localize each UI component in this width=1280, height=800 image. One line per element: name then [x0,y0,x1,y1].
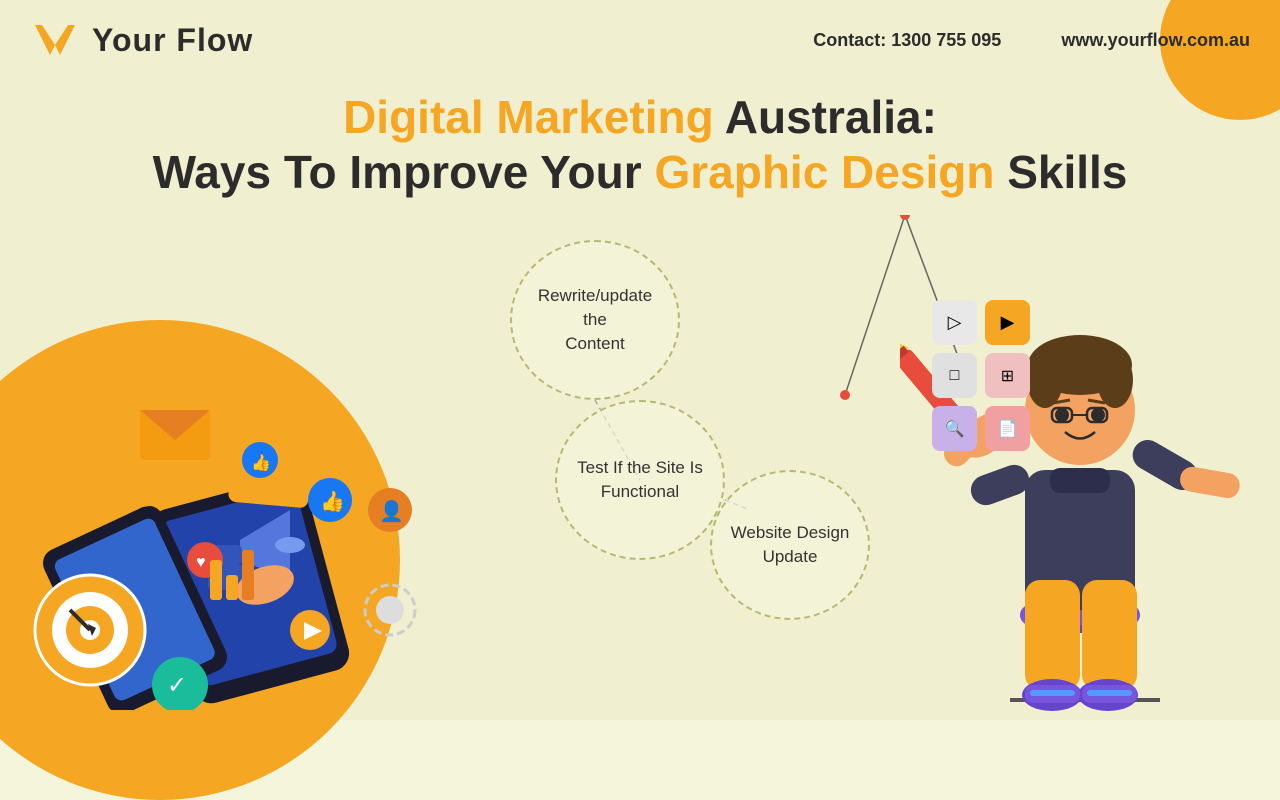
cursor-arrow-icon: ▷ [932,300,977,345]
title-ways: Ways To Improve Your [153,146,655,198]
square-icon: □ [932,353,977,398]
link-icon: ⊞ [985,353,1030,398]
svg-text:👍: 👍 [251,453,271,472]
bubble-website-design: Website DesignUpdate [710,470,870,620]
header: Your Flow Contact: 1300 755 095 www.your… [0,0,1280,80]
title-australia: Australia: [714,91,937,143]
marketing-illustration: 👍 👍 ♥ 👤 ✓ [10,230,480,710]
bubble-2-text: Test If the Site IsFunctional [577,456,703,504]
design-tools-panel: ▷ ▶ □ ⊞ 🔍 📄 [932,300,1030,451]
logo-area: Your Flow [30,15,253,65]
contact-number: Contact: 1300 755 095 [813,30,1001,51]
document-icon: 📄 [985,406,1030,451]
bubble-1-text: Rewrite/updatetheContent [538,284,652,355]
search-magnify-icon: 🔍 [932,406,977,451]
contact-info: Contact: 1300 755 095 www.yourflow.com.a… [813,30,1250,51]
website-url: www.yourflow.com.au [1061,30,1250,51]
bubble-test-site: Test If the Site IsFunctional [555,400,725,560]
svg-text:♥: ♥ [196,554,206,571]
logo-icon [30,15,80,65]
bubble-rewrite-content: Rewrite/updatetheContent [510,240,680,400]
bubble-3-text: Website DesignUpdate [731,521,850,569]
brand-name: Your Flow [92,22,253,59]
svg-text:✓: ✓ [167,672,187,699]
svg-text:👍: 👍 [320,489,345,513]
cursor-fill-icon: ▶ [985,300,1030,345]
title-line1: Digital Marketing Australia: [0,90,1280,145]
title-digital-marketing: Digital Marketing [343,91,714,143]
svg-text:👤: 👤 [379,499,404,523]
